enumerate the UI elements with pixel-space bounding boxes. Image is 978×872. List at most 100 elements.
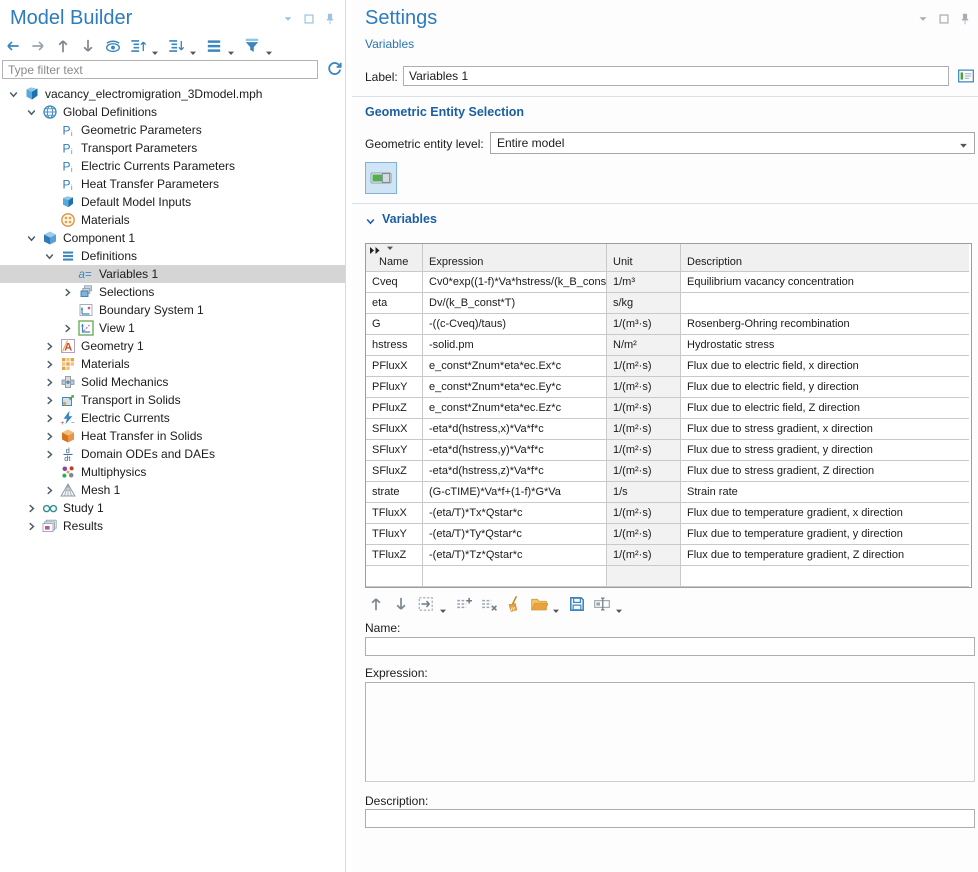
chevron-right-icon[interactable] [62, 322, 78, 334]
cell-name[interactable]: SFluxZ [366, 461, 423, 482]
move-to-icon[interactable] [417, 595, 435, 613]
dropdown-caret-icon[interactable] [615, 602, 623, 610]
tree-item-boundary-system-1[interactable]: Boundary System 1 [0, 301, 345, 319]
cell-name[interactable]: G [366, 314, 423, 335]
cell-name[interactable]: TFluxZ [366, 545, 423, 566]
pin-panel-icon[interactable] [958, 12, 972, 26]
tree-item-materials[interactable]: Materials [0, 211, 345, 229]
float-panel-icon[interactable] [302, 12, 316, 26]
cell-unit[interactable]: 1/(m²·s) [607, 356, 681, 377]
add-icon[interactable] [455, 595, 473, 613]
cell-unit[interactable] [607, 566, 681, 587]
cell-expression[interactable] [423, 566, 607, 587]
save-file-icon[interactable] [568, 595, 586, 613]
chevron-right-icon[interactable] [44, 448, 60, 460]
column-header-unit[interactable]: Unit [607, 244, 681, 272]
cell-unit[interactable]: 1/m³ [607, 272, 681, 293]
tree-item-results[interactable]: Results [0, 517, 345, 535]
cell-unit[interactable]: 1/(m²·s) [607, 419, 681, 440]
delete-icon[interactable] [480, 595, 498, 613]
cell-name[interactable]: TFluxY [366, 524, 423, 545]
collapse-panel-icon[interactable] [916, 12, 930, 26]
pin-panel-icon[interactable] [323, 12, 337, 26]
tree-item-definitions[interactable]: Definitions [0, 247, 345, 265]
tree-item-transport-in-solids[interactable]: Transport in Solids [0, 391, 345, 409]
chevron-right-icon[interactable] [26, 520, 42, 532]
cell-description[interactable]: Equilibrium vacancy concentration [681, 272, 969, 293]
column-header-expression[interactable]: Expression [423, 244, 607, 272]
tree-item-solid-mechanics[interactable]: Solid Mechanics [0, 373, 345, 391]
label-input[interactable] [403, 66, 949, 86]
chevron-right-icon[interactable] [44, 412, 60, 424]
dropdown-caret-icon[interactable] [439, 602, 447, 610]
cell-unit[interactable]: N/m² [607, 335, 681, 356]
cell-description[interactable]: Strain rate [681, 482, 969, 503]
tree-item-vacancy-electromigration-3dmodel-mph[interactable]: vacancy_electromigration_3Dmodel.mph [0, 85, 345, 103]
move-up-icon[interactable] [54, 37, 72, 55]
tree-item-transport-parameters[interactable]: PiTransport Parameters [0, 139, 345, 157]
chevron-down-icon[interactable] [26, 232, 42, 244]
name-input[interactable] [365, 637, 975, 656]
cell-description[interactable] [681, 566, 969, 587]
expand-icon[interactable] [129, 37, 147, 55]
cell-expression[interactable]: -eta*d(hstress,y)*Va*f*c [423, 440, 607, 461]
tree-item-electric-currents-parameters[interactable]: PiElectric Currents Parameters [0, 157, 345, 175]
cell-expression[interactable]: -eta*d(hstress,z)*Va*f*c [423, 461, 607, 482]
tree-item-selections[interactable]: Selections [0, 283, 345, 301]
collapse-panel-icon[interactable] [281, 12, 295, 26]
tree-item-mesh-1[interactable]: Mesh 1 [0, 481, 345, 499]
chevron-right-icon[interactable] [44, 430, 60, 442]
dropdown-caret-icon[interactable] [189, 44, 197, 52]
cell-unit[interactable]: 1/s [607, 482, 681, 503]
cell-description[interactable]: Rosenberg-Ohring recombination [681, 314, 969, 335]
cell-expression[interactable]: -eta*d(hstress,x)*Va*f*c [423, 419, 607, 440]
cell-description[interactable]: Flux due to electric field, Z direction [681, 398, 969, 419]
cell-expression[interactable]: -(eta/T)*Ty*Qstar*c [423, 524, 607, 545]
forward-icon[interactable] [29, 37, 47, 55]
tree-item-component-1[interactable]: Component 1 [0, 229, 345, 247]
cell-description[interactable] [681, 293, 969, 314]
move-up-icon[interactable] [367, 595, 385, 613]
edit-name-icon[interactable] [593, 595, 611, 613]
tree-item-heat-transfer-parameters[interactable]: PiHeat Transfer Parameters [0, 175, 345, 193]
cell-name[interactable] [366, 566, 423, 587]
active-selection-toggle-button[interactable] [365, 162, 397, 194]
filter-icon[interactable] [243, 37, 261, 55]
dropdown-caret-icon[interactable] [151, 44, 159, 52]
chevron-right-icon[interactable] [44, 376, 60, 388]
cell-expression[interactable]: (G-cTIME)*Va*f+(1-f)*G*Va [423, 482, 607, 503]
cell-unit[interactable]: 1/(m²·s) [607, 440, 681, 461]
cell-unit[interactable]: s/kg [607, 293, 681, 314]
dropdown-caret-icon[interactable] [265, 44, 273, 52]
tree-item-study-1[interactable]: Study 1 [0, 499, 345, 517]
cell-expression[interactable]: -(eta/T)*Tz*Qstar*c [423, 545, 607, 566]
cell-description[interactable]: Flux due to stress gradient, x direction [681, 419, 969, 440]
cell-expression[interactable]: Dv/(k_B_const*T) [423, 293, 607, 314]
cell-name[interactable]: PFluxX [366, 356, 423, 377]
chevron-down-icon[interactable] [8, 88, 24, 100]
cell-unit[interactable]: 1/(m²·s) [607, 524, 681, 545]
expression-input[interactable] [365, 682, 975, 782]
tree-item-view-1[interactable]: View 1 [0, 319, 345, 337]
chevron-right-icon[interactable] [44, 484, 60, 496]
cell-description[interactable]: Flux due to electric field, x direction [681, 356, 969, 377]
node-text-icon[interactable] [205, 37, 223, 55]
cell-unit[interactable]: 1/(m²·s) [607, 545, 681, 566]
cell-name[interactable]: TFluxX [366, 503, 423, 524]
float-panel-icon[interactable] [937, 12, 951, 26]
cell-expression[interactable]: -((c-Cveq)/taus) [423, 314, 607, 335]
cell-name[interactable]: SFluxX [366, 419, 423, 440]
filter-input[interactable] [2, 60, 318, 79]
tree-item-default-model-inputs[interactable]: Default Model Inputs [0, 193, 345, 211]
cell-name[interactable]: PFluxY [366, 377, 423, 398]
move-down-icon[interactable] [392, 595, 410, 613]
tree-item-geometry-1[interactable]: AGeometry 1 [0, 337, 345, 355]
cell-description[interactable]: Flux due to stress gradient, y direction [681, 440, 969, 461]
clear-table-icon[interactable] [505, 595, 523, 613]
tree-item-geometric-parameters[interactable]: PiGeometric Parameters [0, 121, 345, 139]
chevron-right-icon[interactable] [62, 286, 78, 298]
cell-expression[interactable]: Cv0*exp((1-f)*Va*hstress/(k_B_const*T)) [423, 272, 607, 293]
load-file-icon[interactable] [530, 595, 548, 613]
geometric-entity-level-select[interactable]: Entire model [490, 132, 975, 154]
cell-unit[interactable]: 1/(m²·s) [607, 461, 681, 482]
